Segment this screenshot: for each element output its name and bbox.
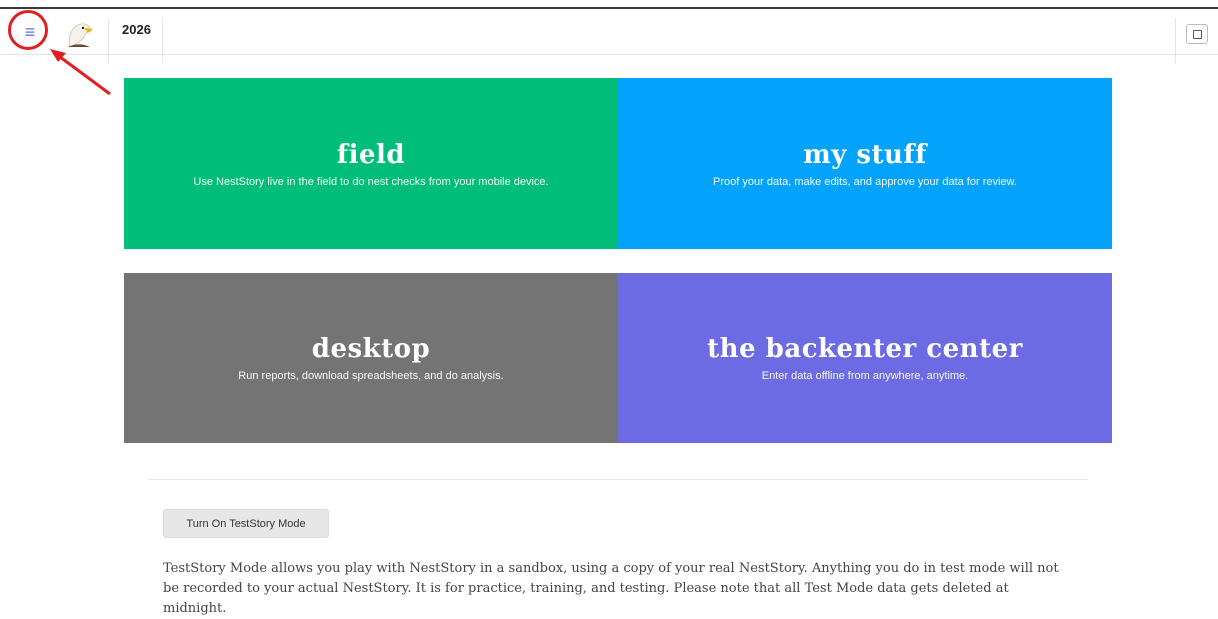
tile-field-title: field	[336, 139, 406, 170]
tile-my-stuff-title: my stuff	[803, 139, 927, 170]
teststory-description: TestStory Mode allows you play with Nest…	[163, 561, 1059, 616]
header-divider	[1175, 18, 1176, 63]
tile-field-subtitle: Use NestStory live in the field to do ne…	[193, 175, 549, 188]
tile-backenter-center[interactable]: the backenter center Enter data offline …	[618, 273, 1112, 443]
tile-backenter-subtitle: Enter data offline from anywhere, anytim…	[761, 370, 969, 382]
hamburger-icon: ≡	[24, 21, 36, 42]
tile-desktop-title: desktop	[311, 334, 431, 364]
tile-desktop[interactable]: desktop Run reports, download spreadshee…	[124, 273, 618, 443]
season-year[interactable]: 2026	[122, 22, 151, 37]
calendar-icon	[1192, 29, 1202, 39]
menu-button[interactable]: ≡	[10, 12, 50, 52]
teststory-mode-button[interactable]: Turn On TestStory Mode	[163, 509, 329, 538]
tile-desktop-subtitle: Run reports, download spreadsheets, and …	[238, 370, 504, 382]
tile-my-stuff[interactable]: my stuff Proof your data, make edits, an…	[618, 78, 1112, 249]
eagle-logo[interactable]	[64, 19, 96, 49]
tile-field[interactable]: field Use NestStory live in the field to…	[124, 78, 618, 249]
section-divider	[148, 479, 1088, 480]
header-divider	[108, 18, 109, 63]
calendar-button[interactable]	[1186, 24, 1208, 44]
tile-my-stuff-subtitle: Proof your data, make edits, and approve…	[713, 175, 1017, 188]
top-bar: ≡	[0, 9, 1218, 63]
eagle-logo-icon	[68, 23, 93, 48]
header-divider	[162, 18, 163, 63]
tile-backenter-title: the backenter center	[707, 334, 1023, 364]
